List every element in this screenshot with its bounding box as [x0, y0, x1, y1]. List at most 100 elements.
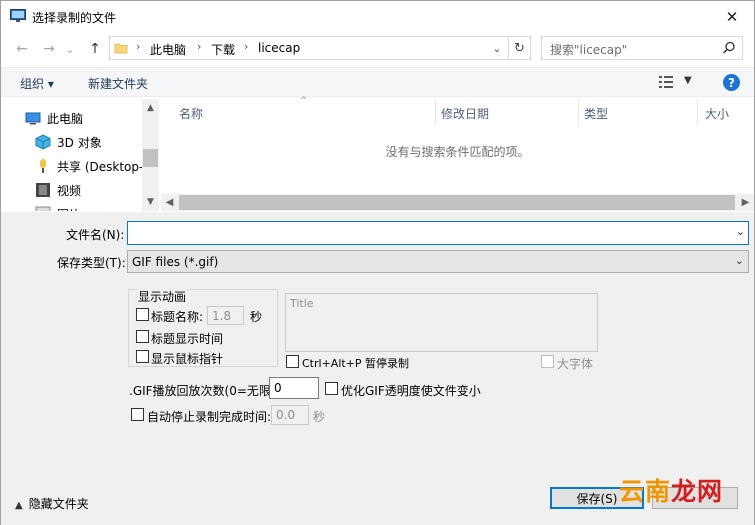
- sidebar-item-label: 3D 对象: [57, 135, 102, 150]
- watermark-text-a: 云南: [619, 477, 672, 506]
- forward-button[interactable]: →: [39, 39, 59, 59]
- chevron-up-icon: ▲: [15, 500, 23, 511]
- view-options-icon[interactable]: [659, 76, 673, 88]
- optimize-gif-checkbox[interactable]: [325, 382, 338, 395]
- view-dropdown-icon[interactable]: ▼: [684, 75, 692, 86]
- auto-stop-checkbox[interactable]: [131, 408, 144, 421]
- filetype-select[interactable]: GIF files (*.gif) ⌄: [127, 250, 749, 273]
- save-button-label: 保存(S): [576, 491, 618, 506]
- title-name-input[interactable]: 1.8: [207, 306, 244, 325]
- column-divider[interactable]: [578, 99, 579, 125]
- gif-loop-label: .GIF播放回放次数(0=无限):: [129, 384, 280, 398]
- up-button[interactable]: ↑: [85, 39, 105, 59]
- folder-icon: [114, 43, 128, 54]
- organize-menu[interactable]: 组织 ▾: [20, 75, 54, 92]
- auto-stop-input[interactable]: 0.0: [271, 405, 309, 425]
- pc-icon: [25, 112, 41, 125]
- filetype-value: GIF files (*.gif): [132, 255, 219, 269]
- auto-stop-label: 自动停止录制完成时间:: [147, 410, 272, 424]
- scroll-down-icon[interactable]: ▼: [142, 195, 159, 209]
- search-box[interactable]: 搜索"licecap": [541, 36, 743, 60]
- close-button[interactable]: ✕: [710, 1, 754, 33]
- show-title-time-label: 标题显示时间: [151, 332, 224, 346]
- close-icon: ✕: [725, 8, 739, 26]
- save-file-dialog: 选择录制的文件 ✕ ← → ⌄ ↑ › 此电脑 › 下载 › licecap ⌄…: [0, 0, 755, 525]
- horizontal-scrollbar[interactable]: ◀ ▶: [161, 194, 754, 211]
- pictures-icon: [35, 206, 51, 211]
- chevron-down-icon: ⌄: [734, 254, 744, 267]
- up-arrow-icon: ↑: [89, 41, 101, 57]
- title-textarea[interactable]: Title: [285, 293, 598, 352]
- large-font-checkbox[interactable]: [541, 355, 554, 368]
- filename-label: 文件名(N):: [66, 228, 125, 242]
- auto-stop-unit: 秒: [313, 410, 326, 424]
- window-title: 选择录制的文件: [32, 11, 117, 25]
- sidebar-item-label: 此电脑: [47, 111, 84, 126]
- hide-folders-toggle[interactable]: ▲ 隐藏文件夹: [15, 495, 89, 512]
- show-title-time-checkbox[interactable]: [136, 330, 149, 343]
- navigation-scrollbar[interactable]: ▲ ▼: [142, 99, 159, 211]
- show-cursor-checkbox[interactable]: [136, 350, 149, 363]
- scroll-right-icon[interactable]: ▶: [737, 194, 754, 211]
- sidebar-item-3d-objects[interactable]: 3D 对象: [35, 132, 102, 152]
- chevron-down-icon[interactable]: ⌄: [736, 225, 745, 238]
- scrollbar-thumb[interactable]: [143, 149, 158, 167]
- optimize-gif-label: 优化GIF透明度使文件变小: [341, 384, 481, 398]
- address-history-button[interactable]: ⌄: [488, 39, 506, 57]
- column-divider[interactable]: [697, 99, 698, 125]
- column-header-date-modified[interactable]: 修改日期: [441, 105, 489, 122]
- file-list: ^ 名称 修改日期 类型 大小 没有与搜索条件匹配的项。 ◀ ▶: [161, 96, 754, 211]
- scroll-left-icon[interactable]: ◀: [161, 194, 178, 211]
- share-icon: [40, 159, 46, 173]
- watermark-text-b: 龙网: [671, 477, 724, 506]
- column-header-name[interactable]: 名称: [179, 105, 203, 122]
- breadcrumb-separator: ›: [244, 40, 249, 53]
- watermark-logo: 云南 龙网: [619, 472, 723, 508]
- back-arrow-icon: ←: [16, 41, 28, 57]
- sidebar-item-share[interactable]: 共享 (Desktop-: [35, 156, 143, 176]
- title-name-label: 标题名称:: [151, 310, 204, 324]
- back-button[interactable]: ←: [12, 39, 32, 59]
- breadcrumb-separator: ›: [136, 40, 141, 53]
- refresh-button[interactable]: ↻: [509, 36, 531, 60]
- app-icon: [10, 9, 26, 22]
- address-bar[interactable]: › 此电脑 › 下载 › licecap ⌄: [109, 36, 509, 60]
- title-name-checkbox[interactable]: [136, 308, 149, 321]
- sidebar-item-label: 图片: [57, 206, 81, 212]
- sidebar-item-this-pc[interactable]: 此电脑: [25, 108, 83, 128]
- search-input[interactable]: 搜索"licecap": [550, 41, 627, 58]
- empty-folder-message: 没有与搜索条件匹配的项。: [385, 145, 530, 159]
- column-divider[interactable]: [435, 99, 436, 125]
- refresh-icon: ↻: [514, 40, 525, 56]
- breadcrumb-this-pc[interactable]: 此电脑: [150, 41, 186, 58]
- pause-hotkey-label: Ctrl+Alt+P 暂停录制: [302, 357, 410, 370]
- navigation-pane: 此电脑 3D 对象 共享 (Desktop- 视频 图片: [1, 99, 159, 211]
- chevron-down-icon: ⌄: [65, 42, 75, 56]
- breadcrumb-separator: ›: [197, 40, 202, 53]
- sidebar-item-label: 视频: [57, 183, 82, 198]
- recent-locations-button[interactable]: ⌄: [64, 39, 76, 59]
- help-icon[interactable]: ?: [723, 74, 740, 91]
- command-bar: 组织 ▾ 新建文件夹 ▼ ?: [1, 67, 754, 97]
- scroll-up-icon[interactable]: ▲: [142, 101, 159, 115]
- seconds-unit: 秒: [250, 310, 263, 324]
- large-font-label: 大字体: [557, 357, 594, 371]
- breadcrumb-licecap[interactable]: licecap: [258, 41, 300, 55]
- title-placeholder: Title: [290, 297, 314, 310]
- new-folder-button[interactable]: 新建文件夹: [88, 75, 148, 92]
- sort-ascending-icon: ^: [300, 96, 308, 106]
- chevron-down-icon: ⌄: [492, 41, 502, 55]
- hide-folders-label: 隐藏文件夹: [28, 497, 89, 511]
- sidebar-item-pictures[interactable]: 图片: [35, 204, 81, 211]
- column-header-type[interactable]: 类型: [584, 105, 608, 122]
- pause-hotkey-checkbox[interactable]: [286, 355, 299, 368]
- gif-loop-input[interactable]: 0: [269, 377, 319, 399]
- column-header-size[interactable]: 大小: [705, 105, 729, 122]
- sidebar-item-videos[interactable]: 视频: [35, 180, 81, 200]
- cube-icon: [35, 134, 51, 150]
- breadcrumb-downloads[interactable]: 下载: [211, 41, 235, 58]
- scrollbar-thumb[interactable]: [179, 195, 735, 210]
- video-icon: [36, 183, 50, 197]
- title-bar: 选择录制的文件 ✕: [1, 1, 754, 33]
- filename-input[interactable]: ⌄: [127, 221, 749, 245]
